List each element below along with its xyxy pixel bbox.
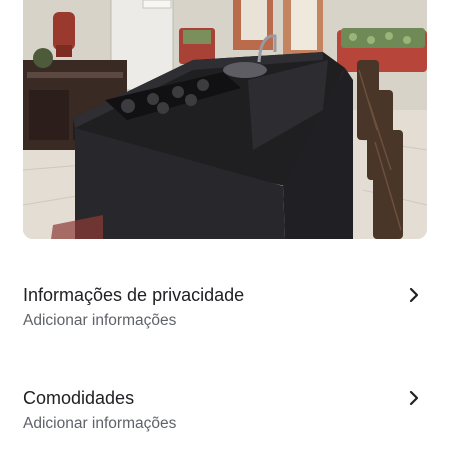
amenities-subtitle: Adicionar informações (23, 415, 177, 432)
amenities-row[interactable]: Comodidades Adicionar informações (0, 386, 450, 466)
privacy-info-subtitle: Adicionar informações (23, 312, 177, 329)
amenities-title: Comodidades (23, 388, 135, 408)
listing-photo[interactable] (23, 0, 427, 239)
kitchen-photo (23, 0, 427, 239)
privacy-info-title: Informações de privacidade (23, 285, 245, 305)
privacy-info-row[interactable]: Informações de privacidade Adicionar inf… (0, 283, 450, 363)
chevron-right-icon[interactable] (404, 388, 424, 408)
chevron-right-icon[interactable] (404, 285, 424, 305)
